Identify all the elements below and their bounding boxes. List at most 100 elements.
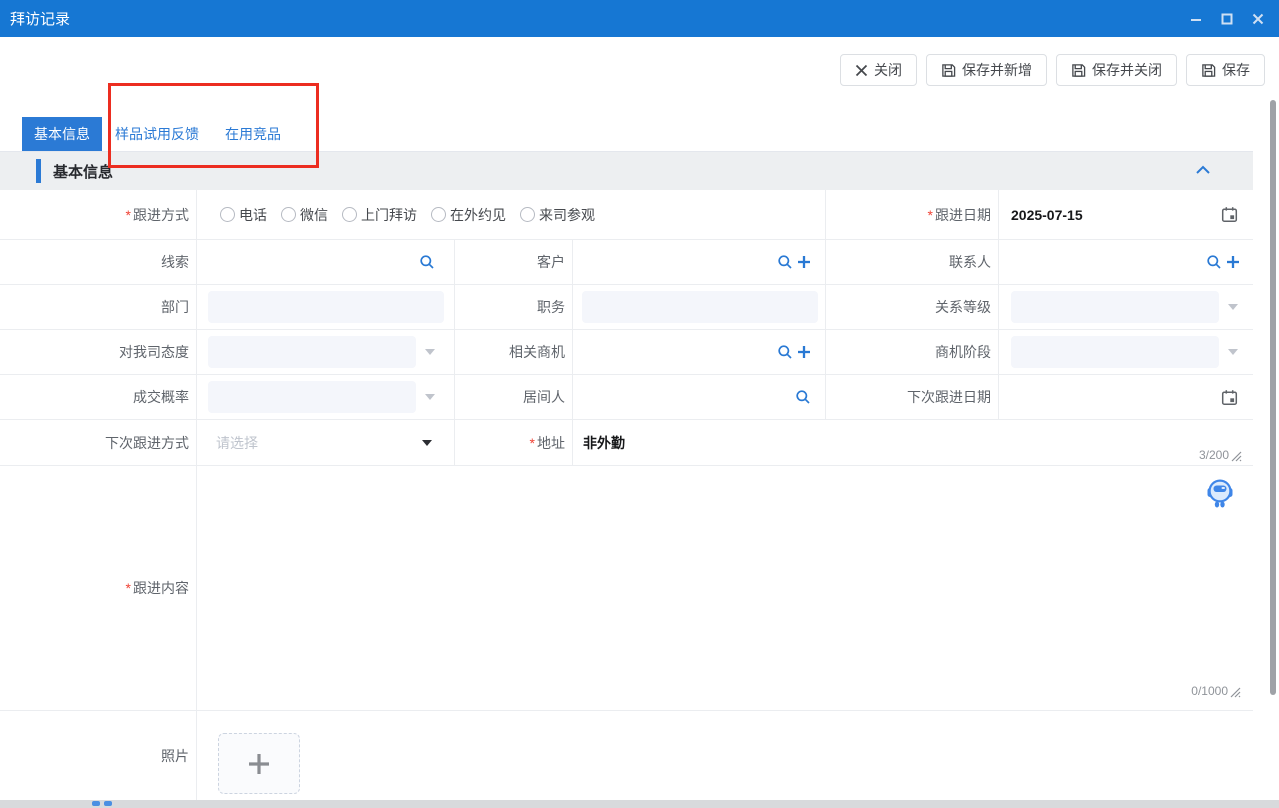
opportunity-stage-select[interactable] bbox=[1011, 336, 1219, 368]
relation-level-select[interactable] bbox=[1011, 291, 1219, 323]
section-accent-bar bbox=[36, 159, 41, 183]
follow-content-label: * 跟进内容 bbox=[0, 466, 197, 710]
section-header-basic-info: 基本信息 bbox=[0, 152, 1253, 190]
search-icon[interactable] bbox=[795, 389, 811, 405]
search-icon[interactable] bbox=[419, 254, 435, 270]
follow-date-field[interactable]: 2025-07-15 bbox=[999, 190, 1253, 239]
tab-competing-products[interactable]: 在用竞品 bbox=[212, 117, 294, 151]
action-toolbar: 关闭 保存并新增 保存并关闭 保存 bbox=[840, 54, 1265, 86]
visit-record-window: 拜访记录 关闭 保存并新增 保存并关闭 保存 bbox=[0, 0, 1279, 808]
resize-grip-icon[interactable] bbox=[1229, 686, 1241, 698]
opportunity-field[interactable] bbox=[573, 330, 826, 374]
radio-circle bbox=[220, 207, 235, 222]
resize-grip-icon[interactable] bbox=[1230, 450, 1242, 462]
opportunity-stage-field[interactable] bbox=[999, 330, 1253, 374]
save-and-close-button[interactable]: 保存并关闭 bbox=[1056, 54, 1177, 86]
row-attitude-opportunity-stage: 对我司态度 相关商机 商机阶段 bbox=[0, 330, 1253, 375]
position-label: 职务 bbox=[455, 285, 573, 329]
vertical-scrollbar[interactable] bbox=[1270, 100, 1276, 695]
save-icon bbox=[1071, 63, 1086, 78]
next-follow-date-label: 下次跟进日期 bbox=[826, 375, 999, 419]
opportunity-stage-label: 商机阶段 bbox=[826, 330, 999, 374]
collapse-section-button[interactable] bbox=[1195, 164, 1211, 176]
follow-method-label: * 跟进方式 bbox=[0, 190, 197, 239]
address-field[interactable]: 非外勤 3/200 bbox=[573, 420, 1253, 465]
minimize-icon bbox=[1189, 12, 1203, 26]
search-icon[interactable] bbox=[777, 344, 793, 360]
calendar-icon[interactable] bbox=[1221, 389, 1238, 406]
add-icon[interactable] bbox=[797, 345, 811, 359]
save-icon bbox=[1201, 63, 1216, 78]
attitude-select[interactable] bbox=[208, 336, 416, 368]
position-input[interactable] bbox=[582, 291, 818, 323]
add-icon[interactable] bbox=[1226, 255, 1240, 269]
add-icon[interactable] bbox=[797, 255, 811, 269]
calendar-icon[interactable] bbox=[1221, 206, 1238, 223]
row-follow-method: * 跟进方式 电话 微信 上门拜访 在外约见 来司参观 * 跟进日期 2025-… bbox=[0, 190, 1253, 240]
contact-field[interactable] bbox=[999, 240, 1253, 284]
bottom-cutoff-strip bbox=[0, 800, 1279, 808]
photo-field bbox=[197, 711, 1253, 800]
radio-door-visit[interactable]: 上门拜访 bbox=[342, 205, 417, 225]
tab-basic-info[interactable]: 基本信息 bbox=[22, 117, 102, 151]
section-title: 基本信息 bbox=[53, 161, 113, 182]
photo-upload-button[interactable] bbox=[218, 733, 300, 794]
chevron-down-icon bbox=[425, 394, 435, 400]
save-button[interactable]: 保存 bbox=[1186, 54, 1265, 86]
relation-level-field[interactable] bbox=[999, 285, 1253, 329]
close-button[interactable]: 关闭 bbox=[840, 54, 917, 86]
maximize-button[interactable] bbox=[1216, 8, 1238, 30]
attitude-label: 对我司态度 bbox=[0, 330, 197, 374]
next-follow-date-field[interactable] bbox=[999, 375, 1253, 419]
chevron-down-icon bbox=[425, 349, 435, 355]
search-icon[interactable] bbox=[1206, 254, 1222, 270]
row-lead-customer-contact: 线索 客户 联系人 bbox=[0, 240, 1253, 285]
opportunity-label: 相关商机 bbox=[455, 330, 573, 374]
radio-outside-meeting[interactable]: 在外约见 bbox=[431, 205, 506, 225]
attitude-field[interactable] bbox=[197, 330, 455, 374]
follow-content-counter: 0/1000 bbox=[1191, 684, 1241, 698]
address-counter: 3/200 bbox=[1199, 448, 1242, 462]
ai-assistant-robot-icon[interactable] bbox=[1207, 478, 1233, 509]
customer-label: 客户 bbox=[455, 240, 573, 284]
deal-probability-select[interactable] bbox=[208, 381, 416, 413]
department-field bbox=[197, 285, 455, 329]
position-field bbox=[573, 285, 826, 329]
contact-label: 联系人 bbox=[826, 240, 999, 284]
radio-circle bbox=[281, 207, 296, 222]
cutoff-blue-glyph bbox=[92, 801, 100, 806]
next-follow-method-field[interactable]: 请选择 bbox=[197, 420, 455, 465]
radio-phone[interactable]: 电话 bbox=[220, 205, 267, 225]
intermediary-field[interactable] bbox=[573, 375, 826, 419]
follow-method-radio-group: 电话 微信 上门拜访 在外约见 来司参观 bbox=[220, 205, 595, 225]
search-icon[interactable] bbox=[777, 254, 793, 270]
deal-probability-field[interactable] bbox=[197, 375, 455, 419]
radio-company-visit[interactable]: 来司参观 bbox=[520, 205, 595, 225]
row-department-position-level: 部门 职务 关系等级 bbox=[0, 285, 1253, 330]
address-value: 非外勤 bbox=[583, 433, 625, 453]
customer-field[interactable] bbox=[573, 240, 826, 284]
chevron-up-icon bbox=[1195, 164, 1211, 176]
basic-info-form: * 跟进方式 电话 微信 上门拜访 在外约见 来司参观 * 跟进日期 2025-… bbox=[0, 190, 1253, 800]
close-icon bbox=[1251, 12, 1265, 26]
radio-circle bbox=[431, 207, 446, 222]
save-and-new-button[interactable]: 保存并新增 bbox=[926, 54, 1047, 86]
tab-sample-trial-feedback[interactable]: 样品试用反馈 bbox=[102, 117, 212, 151]
next-follow-method-label: 下次跟进方式 bbox=[0, 420, 197, 465]
plus-icon bbox=[247, 752, 271, 776]
row-follow-content: * 跟进内容 0/1000 bbox=[0, 466, 1253, 711]
follow-date-label: * 跟进日期 bbox=[826, 190, 999, 239]
cutoff-blue-glyph bbox=[104, 801, 112, 806]
follow-date-value: 2025-07-15 bbox=[1011, 207, 1083, 223]
radio-circle bbox=[520, 207, 535, 222]
photo-label: 照片 bbox=[0, 711, 197, 800]
chevron-down-icon bbox=[1228, 349, 1238, 355]
department-input[interactable] bbox=[208, 291, 444, 323]
chevron-down-icon bbox=[422, 440, 432, 446]
lead-field[interactable] bbox=[197, 240, 455, 284]
radio-wechat[interactable]: 微信 bbox=[281, 205, 328, 225]
minimize-button[interactable] bbox=[1185, 8, 1207, 30]
follow-content-field[interactable]: 0/1000 bbox=[197, 466, 1253, 710]
close-window-button[interactable] bbox=[1247, 8, 1269, 30]
radio-circle bbox=[342, 207, 357, 222]
